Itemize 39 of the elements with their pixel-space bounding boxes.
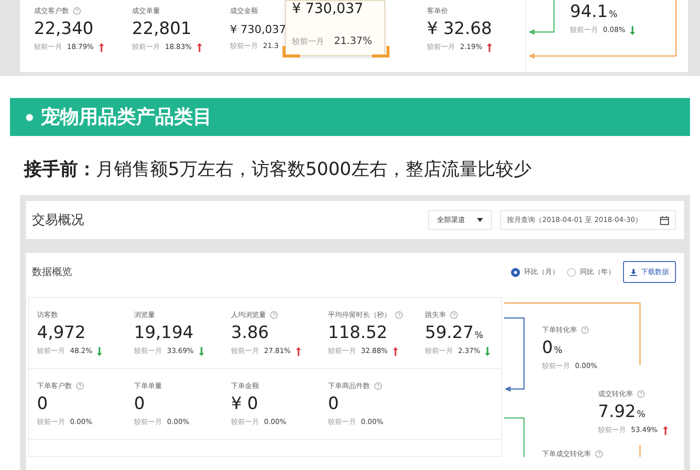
metric-value: 19,194 — [134, 323, 194, 343]
metric-value: 0 — [37, 394, 49, 414]
corner-mark — [282, 46, 300, 58]
caret-icon — [477, 218, 484, 222]
compare-label: 较前一月 — [292, 36, 324, 47]
panel-title: 交易概况 — [32, 212, 85, 229]
section-title: 数据概览 — [32, 266, 73, 279]
banner-title: 宠物用品类产品类目 — [41, 105, 212, 130]
help-icon — [73, 7, 81, 15]
help-icon — [395, 311, 403, 319]
download-icon — [630, 268, 637, 276]
help-icon — [270, 311, 278, 319]
help-icon — [637, 390, 645, 398]
metric-value: 0 — [134, 394, 146, 414]
metric-value: 7.92% — [598, 402, 646, 422]
metric-value: 4,972 — [37, 323, 87, 343]
metric-value: 118.52 — [328, 323, 388, 343]
tooltip-value: ¥ 730,037 — [292, 1, 364, 17]
metric-value: 0 — [328, 394, 340, 414]
metric-value: 59.27% — [425, 323, 484, 343]
help-icon — [374, 382, 382, 390]
metric-value: 22,801 — [132, 19, 192, 39]
corner-mark — [372, 46, 390, 58]
metric-value: 3.86 — [231, 323, 270, 343]
metric-value: ¥ 0 — [231, 394, 260, 414]
help-icon — [450, 311, 458, 319]
metric-value: 0% — [542, 338, 564, 358]
bullet-icon — [26, 114, 33, 120]
metric-value: 22,340 — [34, 19, 94, 39]
help-icon — [581, 326, 589, 334]
connector-line — [504, 418, 524, 457]
note-text: 接手前：月销售额5万左右，访客数5000左右，整店流量比较少 — [22, 158, 532, 182]
calendar-icon — [660, 216, 669, 224]
help-icon — [595, 450, 603, 458]
help-icon — [76, 382, 84, 390]
metric-value: 94.1% — [570, 2, 618, 22]
metric-value: ¥ 730,037 — [230, 22, 287, 38]
metric-value: ¥ 32.68 — [427, 19, 493, 39]
change-value: 21.37% — [334, 36, 372, 47]
